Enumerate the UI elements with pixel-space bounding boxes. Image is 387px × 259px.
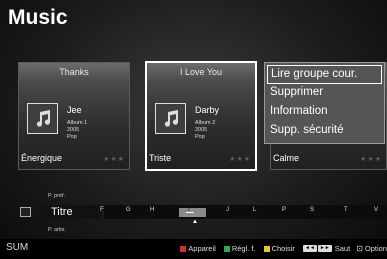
album-year: 2005 — [195, 127, 208, 133]
button-hints: Appareil Régl. f. Choisir ◄◄ ►► Saut ⊡ O… — [172, 244, 387, 253]
rating-stars: ★★★ — [103, 156, 125, 163]
letter-index-item[interactable]: L — [253, 207, 256, 213]
letter-bar: Titre F G H I J L P S T V — [0, 205, 387, 219]
hint-option[interactable]: Option — [365, 244, 387, 253]
menu-item-delete[interactable]: Supprimer — [267, 84, 382, 103]
caret-up-icon: ▲ — [192, 219, 198, 225]
music-card-thanks[interactable]: Thanks Jee Album 1 2005 Pop Énergique ★★… — [18, 62, 130, 170]
menu-item-information[interactable]: Information — [267, 103, 382, 122]
letter-index-item[interactable]: T — [344, 207, 348, 213]
artist-name: Jee — [67, 105, 82, 115]
hint-skip[interactable]: Saut — [335, 244, 350, 253]
music-note-icon — [155, 103, 186, 134]
tools-icon: ⊡ — [356, 244, 363, 253]
red-button-icon — [180, 245, 187, 252]
letter-index-item[interactable]: S — [310, 207, 314, 213]
hint-choose[interactable]: Choisir — [272, 244, 295, 253]
album-genre: Pop — [195, 134, 205, 140]
album-name: Album 2 — [195, 120, 216, 126]
rating-stars: ★★★ — [360, 156, 382, 163]
letter-index-item-highlighted[interactable]: I — [188, 207, 190, 213]
sort-next-label[interactable]: P. artis. — [48, 227, 66, 233]
device-name: SUM — [6, 242, 29, 253]
fast-forward-key-icon: ►► — [317, 245, 332, 252]
mood-label: Énergique — [21, 153, 63, 163]
hint-device[interactable]: Appareil — [188, 244, 216, 253]
album-year: 2005 — [67, 127, 80, 133]
rating-stars: ★★★ — [229, 156, 251, 163]
album-meta: Album 2 2005 Pop — [195, 120, 215, 141]
music-card-i-love-you[interactable]: I Love You Darby Album 2 2005 Pop Triste… — [145, 61, 257, 171]
bottom-hint-bar: SUM Appareil Régl. f. Choisir ◄◄ ►► Saut… — [0, 239, 387, 259]
artist-name: Darby — [195, 105, 220, 115]
page-title: Music — [8, 6, 68, 29]
album-genre: Pop — [67, 134, 77, 140]
song-title: I Love You — [179, 67, 223, 77]
music-note-icon — [27, 103, 58, 134]
letter-index-item[interactable]: V — [374, 207, 378, 213]
sort-navigation: P. préf. Titre F G H I J L P S T V ▲ P. … — [0, 190, 387, 233]
album-name: Album 1 — [67, 120, 88, 126]
song-title: Thanks — [59, 67, 89, 77]
letter-index-item[interactable]: H — [150, 207, 154, 213]
mood-label: Triste — [149, 153, 172, 163]
sort-prev-label[interactable]: P. préf. — [48, 193, 65, 199]
music-browser-screen: Music Thanks Jee Album 1 2005 Pop Énergi… — [0, 0, 387, 259]
album-meta: Album 1 2005 Pop — [67, 120, 87, 141]
letter-index-item[interactable]: G — [126, 207, 131, 213]
letter-index-item[interactable]: F — [100, 207, 104, 213]
list-icon — [20, 207, 31, 217]
menu-item-play-current-group[interactable]: Lire groupe cour. — [267, 65, 382, 84]
green-button-icon — [223, 245, 230, 252]
letter-index: F G H I J L P S T V — [100, 205, 387, 219]
yellow-button-icon — [263, 245, 270, 252]
rewind-key-icon: ◄◄ — [302, 245, 317, 252]
letter-index-item[interactable]: P — [282, 207, 286, 213]
hint-settings[interactable]: Régl. f. — [232, 244, 256, 253]
context-menu: Lire groupe cour. Supprimer Information … — [264, 62, 385, 144]
mood-label: Calme — [273, 153, 300, 163]
letter-index-item[interactable]: J — [226, 207, 229, 213]
sort-current-label[interactable]: Titre — [51, 206, 73, 218]
menu-item-safe-remove[interactable]: Supp. sécurité — [267, 122, 382, 141]
